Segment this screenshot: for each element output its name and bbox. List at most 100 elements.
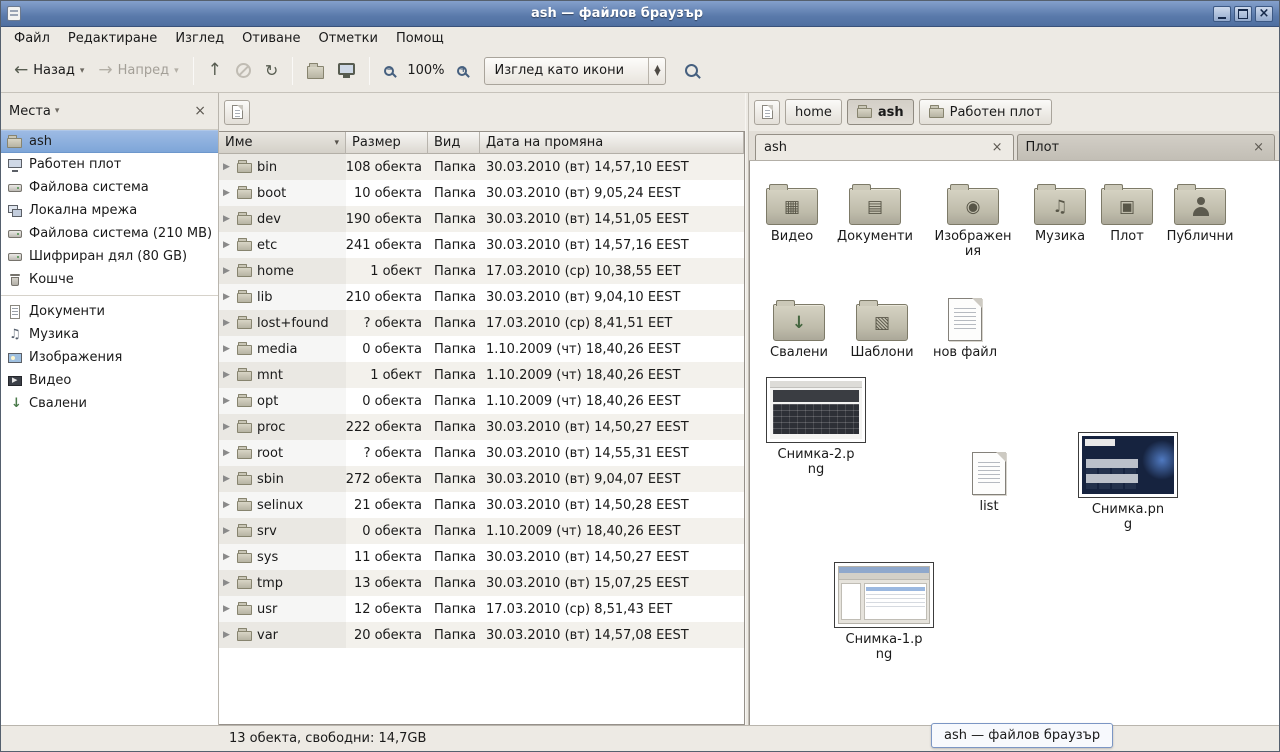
image-item[interactable]: Снимка.png <box>1076 432 1180 533</box>
expander-icon[interactable]: ▶ <box>223 630 233 640</box>
computer-button[interactable] <box>331 60 362 81</box>
sidebar-item[interactable]: Файлова система (210 MB) <box>1 222 218 245</box>
sidebar-item[interactable]: Видео <box>1 369 218 392</box>
back-button[interactable]: ← Назад ▾ <box>7 56 91 85</box>
expander-icon[interactable]: ▶ <box>223 396 233 406</box>
sidebar-item[interactable]: ash <box>1 130 218 153</box>
titlebar[interactable]: ash — файлов браузър <box>1 1 1279 27</box>
sidebar-item[interactable]: Файлова система <box>1 176 218 199</box>
folder-item[interactable]: Документи <box>834 173 916 245</box>
expander-icon[interactable]: ▶ <box>223 370 233 380</box>
tab[interactable]: Плот × <box>1017 134 1276 160</box>
breadcrumb-button[interactable]: Работен плот <box>919 99 1052 125</box>
table-row[interactable]: ▶ opt 0 обекта Папка 1.10.2009 (чт) 18,4… <box>219 388 744 414</box>
sidebar-item[interactable]: Изображения <box>1 346 218 369</box>
column-header[interactable]: Размер ▾ <box>346 132 428 154</box>
column-header[interactable]: Вид ▾ <box>428 132 480 154</box>
expander-icon[interactable]: ▶ <box>223 344 233 354</box>
table-row[interactable]: ▶ bin 108 обекта Папка 30.03.2010 (вт) 1… <box>219 154 744 180</box>
forward-button[interactable]: → Напред ▾ <box>91 56 185 85</box>
table-row[interactable]: ▶ boot 10 обекта Папка 30.03.2010 (вт) 9… <box>219 180 744 206</box>
sidebar-item[interactable]: Локална мрежа <box>1 199 218 222</box>
toggle-location-entry-button[interactable] <box>754 100 780 125</box>
table-row[interactable]: ▶ lost+found ? обекта Папка 17.03.2010 (… <box>219 310 744 336</box>
tab[interactable]: ash × <box>755 134 1014 160</box>
table-row[interactable]: ▶ root ? обекта Папка 30.03.2010 (вт) 14… <box>219 440 744 466</box>
expander-icon[interactable]: ▶ <box>223 240 233 250</box>
menu-item[interactable]: Помощ <box>387 29 453 48</box>
table-row[interactable]: ▶ dev 190 обекта Папка 30.03.2010 (вт) 1… <box>219 206 744 232</box>
zoom-in-button[interactable]: + <box>450 60 474 82</box>
menu-item[interactable]: Файл <box>5 29 59 48</box>
table-row[interactable]: ▶ etc 241 обекта Папка 30.03.2010 (вт) 1… <box>219 232 744 258</box>
sidebar-item[interactable] <box>1 291 218 300</box>
sidebar-item[interactable]: Работен плот <box>1 153 218 176</box>
expander-icon[interactable]: ▶ <box>223 526 233 536</box>
sidebar-item[interactable]: Кошче <box>1 268 218 291</box>
file-item[interactable]: list <box>958 443 1020 515</box>
folder-item[interactable]: Изображения <box>932 173 1014 260</box>
expander-icon[interactable]: ▶ <box>223 474 233 484</box>
table-row[interactable]: ▶ var 20 обекта Папка 30.03.2010 (вт) 14… <box>219 622 744 648</box>
expander-icon[interactable]: ▶ <box>223 500 233 510</box>
maximize-button[interactable] <box>1234 6 1252 22</box>
table-row[interactable]: ▶ srv 0 обекта Папка 1.10.2009 (чт) 18,4… <box>219 518 744 544</box>
table-row[interactable]: ▶ sys 11 обекта Папка 30.03.2010 (вт) 14… <box>219 544 744 570</box>
expander-icon[interactable]: ▶ <box>223 422 233 432</box>
expander-icon[interactable]: ▶ <box>223 266 233 276</box>
expander-icon[interactable]: ▶ <box>223 188 233 198</box>
expander-icon[interactable]: ▶ <box>223 214 233 224</box>
column-header[interactable]: Име ▾ <box>219 132 346 154</box>
chevron-down-icon[interactable]: ▾ <box>174 66 179 76</box>
image-item[interactable]: Снимка-2.png <box>764 377 868 478</box>
menu-item[interactable]: Отиване <box>233 29 309 48</box>
sidebar-close-button[interactable]: × <box>190 103 210 119</box>
sidebar-item[interactable]: Музика <box>1 323 218 346</box>
spinner-arrows-icon[interactable]: ▲▼ <box>648 58 665 84</box>
table-row[interactable]: ▶ lib 210 обекта Папка 30.03.2010 (вт) 9… <box>219 284 744 310</box>
table-row[interactable]: ▶ media 0 обекта Папка 1.10.2009 (чт) 18… <box>219 336 744 362</box>
tab-close-icon[interactable]: × <box>990 140 1005 155</box>
stop-button[interactable] <box>229 57 258 84</box>
table-row[interactable]: ▶ sbin 272 обекта Папка 30.03.2010 (вт) … <box>219 466 744 492</box>
tab-close-icon[interactable]: × <box>1251 140 1266 155</box>
column-header[interactable]: Дата на промяна ▾ <box>480 132 744 154</box>
menu-item[interactable]: Редактиране <box>59 29 166 48</box>
toggle-location-entry-button[interactable] <box>224 100 250 125</box>
table-row[interactable]: ▶ tmp 13 обекта Папка 30.03.2010 (вт) 15… <box>219 570 744 596</box>
reload-button[interactable]: ↻ <box>258 57 285 85</box>
search-button[interactable] <box>678 58 705 83</box>
sidebar-item[interactable]: Документи <box>1 300 218 323</box>
sidebar-mode-select[interactable]: Места ▾ <box>9 104 59 119</box>
image-item[interactable]: Снимка-1.png <box>832 562 936 663</box>
expander-icon[interactable]: ▶ <box>223 448 233 458</box>
expander-icon[interactable]: ▶ <box>223 552 233 562</box>
folder-item[interactable]: Публични <box>1159 173 1241 245</box>
menu-item[interactable]: Отметки <box>309 29 386 48</box>
table-row[interactable]: ▶ home 1 обект Папка 17.03.2010 (ср) 10,… <box>219 258 744 284</box>
file-item[interactable]: нов файл <box>924 289 1006 361</box>
folder-item[interactable]: Свалени <box>758 289 840 361</box>
close-button[interactable] <box>1255 6 1273 22</box>
menu-item[interactable]: Изглед <box>166 29 233 48</box>
table-row[interactable]: ▶ proc 222 обекта Папка 30.03.2010 (вт) … <box>219 414 744 440</box>
folder-item[interactable]: Шаблони <box>841 289 923 361</box>
sidebar-item[interactable]: Шифриран дял (80 GB) <box>1 245 218 268</box>
breadcrumb-button[interactable]: ash <box>847 99 914 125</box>
folder-item[interactable]: Видео <box>751 173 833 245</box>
expander-icon[interactable]: ▶ <box>223 604 233 614</box>
table-row[interactable]: ▶ selinux 21 обекта Папка 30.03.2010 (вт… <box>219 492 744 518</box>
table-row[interactable]: ▶ mnt 1 обект Папка 1.10.2009 (чт) 18,40… <box>219 362 744 388</box>
expander-icon[interactable]: ▶ <box>223 318 233 328</box>
home-button[interactable] <box>300 57 331 85</box>
folder-item[interactable]: Плот <box>1086 173 1168 245</box>
sidebar-item[interactable]: Свалени <box>1 392 218 415</box>
table-row[interactable]: ▶ usr 12 обекта Папка 17.03.2010 (ср) 8,… <box>219 596 744 622</box>
breadcrumb-button[interactable]: home <box>785 99 842 125</box>
expander-icon[interactable]: ▶ <box>223 162 233 172</box>
up-button[interactable]: ↑ <box>201 56 229 85</box>
view-mode-select[interactable]: Изглед като икони ▲▼ <box>484 57 666 85</box>
minimize-button[interactable] <box>1213 6 1231 22</box>
expander-icon[interactable]: ▶ <box>223 578 233 588</box>
chevron-down-icon[interactable]: ▾ <box>80 66 85 76</box>
